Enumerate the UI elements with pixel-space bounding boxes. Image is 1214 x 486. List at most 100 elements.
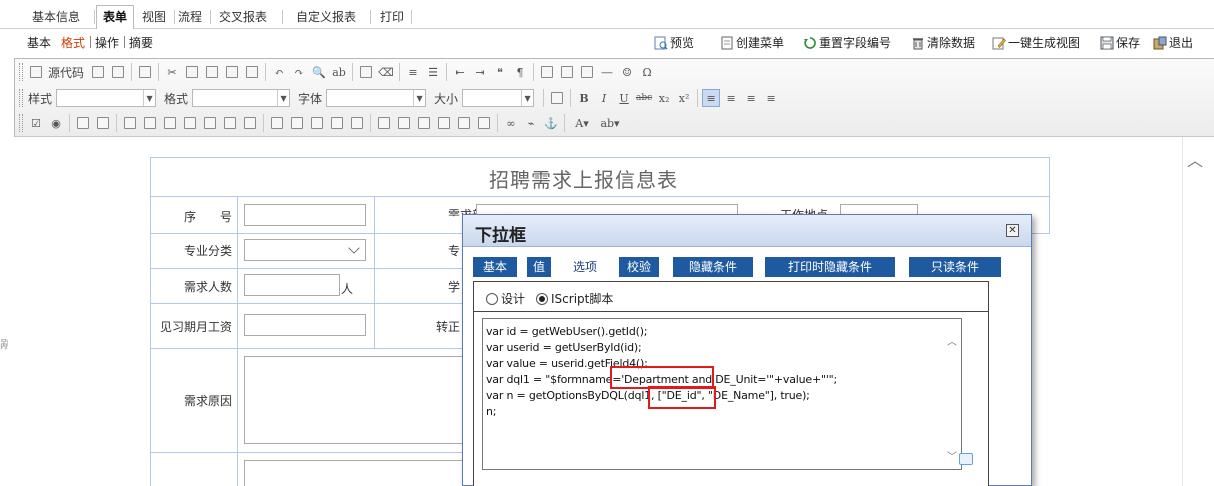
style-select[interactable]: ▼ [56,89,157,107]
dialog-tab-hide-condition[interactable]: 隐藏条件 [673,257,753,277]
reason-textarea[interactable] [244,356,464,444]
source-code-icon[interactable] [27,63,45,81]
exit-button[interactable]: 退出 [1153,34,1193,51]
field-13-icon[interactable] [375,114,393,132]
underline-button[interactable]: U [615,89,633,107]
create-menu-button[interactable]: 创建菜单 [720,34,784,51]
close-icon[interactable]: ✕ [1006,224,1019,237]
date-field-icon[interactable] [141,114,159,132]
source-code-button[interactable]: 源代码 [48,64,84,81]
field-5-icon[interactable] [201,114,219,132]
link-icon[interactable]: ∞ [502,114,520,132]
find-icon[interactable]: 🔍 [310,63,328,81]
editor-scrollbar[interactable]: ︿ [1182,137,1214,486]
field-16-icon[interactable] [435,114,453,132]
reset-field-number-button[interactable]: 重置字段编号 [803,34,891,51]
field-12-icon[interactable] [348,114,366,132]
italic-button[interactable]: I [595,89,613,107]
undo-icon[interactable]: ↶ [270,63,288,81]
field-10-icon[interactable] [308,114,326,132]
special-char-icon[interactable]: Ω [638,63,656,81]
mode-design-radio[interactable]: 设计 [486,290,525,307]
horizontal-rule-icon[interactable]: ― [598,63,616,81]
tab-view[interactable]: 视图 [142,8,166,28]
dialog-tab-print-hide-condition[interactable]: 打印时隐藏条件 [765,257,895,277]
location-input[interactable] [840,204,918,214]
field-1-icon[interactable] [121,114,139,132]
dialog-tab-basic[interactable]: 基本 [473,257,517,277]
tab-cross-report[interactable]: 交叉报表 [219,8,267,28]
subscript-button[interactable]: x₂ [655,89,673,107]
cut-icon[interactable]: ✂ [163,63,181,81]
ordered-list-icon[interactable]: ≡ [404,63,422,81]
textarea-2[interactable] [244,460,464,486]
redo-icon[interactable]: ↷ [290,63,308,81]
dialog-tab-readonly-condition[interactable]: 只读条件 [909,257,1001,277]
clear-data-button[interactable]: 清除数据 [911,34,975,51]
field-8-icon[interactable] [268,114,286,132]
field-17-icon[interactable] [455,114,473,132]
paste-word-icon[interactable] [243,63,261,81]
scroll-down-icon[interactable]: ﹀ [947,448,957,463]
tab-print[interactable]: 打印 [380,8,404,28]
align-left-icon[interactable]: ≡ [702,89,721,107]
background-color-icon[interactable]: ab▾ [597,114,623,132]
dialog-tab-value[interactable]: 值 [527,257,551,277]
radio-field-icon[interactable]: ◉ [47,114,65,132]
dialog-tab-options[interactable]: 选项 [567,257,603,277]
bold-button[interactable]: B [575,89,593,107]
flash-icon[interactable] [558,63,576,81]
align-center-icon[interactable]: ≡ [722,89,740,107]
table-icon[interactable] [578,63,596,81]
replace-icon[interactable]: ab [330,63,348,81]
field-3-icon[interactable] [161,114,179,132]
intern-salary-input[interactable] [244,314,366,336]
tab-form[interactable]: 表单 [96,5,135,29]
field-11-icon[interactable] [328,114,346,132]
unlink-icon[interactable]: ⌁ [522,114,540,132]
preview-doc-icon[interactable] [109,63,127,81]
major-class-select[interactable] [244,239,366,261]
subnav-basic[interactable]: 基本 [27,34,51,51]
unordered-list-icon[interactable]: ☰ [424,63,442,81]
tab-flow[interactable]: 流程 [178,8,202,28]
size-select[interactable]: ▼ [462,89,535,107]
dialog-tab-validation[interactable]: 校验 [619,257,659,277]
dialog-titlebar[interactable]: 下拉框 ✕ [463,215,1031,247]
field-9-icon[interactable] [288,114,306,132]
textarea-icon[interactable] [94,114,112,132]
image-icon[interactable] [538,63,556,81]
textfield-icon[interactable] [74,114,92,132]
headcount-input[interactable] [244,274,340,296]
strikethrough-button[interactable]: abc [635,89,653,107]
select-all-icon[interactable] [357,63,375,81]
field-7-icon[interactable] [241,114,259,132]
subnav-operation[interactable]: 操作 [95,34,119,51]
align-justify-icon[interactable]: ≡ [762,89,780,107]
field-14-icon[interactable] [395,114,413,132]
mode-iscript-radio[interactable]: IScript脚本 [536,290,613,307]
remove-format-icon[interactable]: ⌫ [377,63,395,81]
subnav-format[interactable]: 格式 [61,34,85,51]
tab-basic-info[interactable]: 基本信息 [32,8,80,28]
align-right-icon[interactable]: ≡ [742,89,760,107]
scroll-up-icon[interactable]: ︿ [947,333,957,348]
text-color-icon[interactable]: A▾ [569,114,595,132]
paste-text-icon[interactable] [223,63,241,81]
superscript-button[interactable]: x² [675,89,693,107]
field-15-icon[interactable] [415,114,433,132]
subnav-summary[interactable]: 摘要 [129,34,153,51]
dept-select[interactable] [476,204,738,214]
scroll-up-icon[interactable]: ︿ [1187,147,1203,171]
format-select[interactable]: ▼ [192,89,291,107]
preview-button[interactable]: 预览 [654,34,694,51]
checkbox-field-icon[interactable]: ☑ [27,114,45,132]
script-editor[interactable]: var id = getWebUser().getId(); var useri… [482,318,962,470]
expand-icon[interactable] [959,453,973,465]
field-18-icon[interactable] [475,114,493,132]
department-field-icon[interactable] [181,114,199,132]
save-button[interactable]: 保存 [1100,34,1140,51]
outdent-icon[interactable]: ⇤ [451,63,469,81]
copy-icon[interactable] [183,63,201,81]
save-doc-icon[interactable] [89,63,107,81]
